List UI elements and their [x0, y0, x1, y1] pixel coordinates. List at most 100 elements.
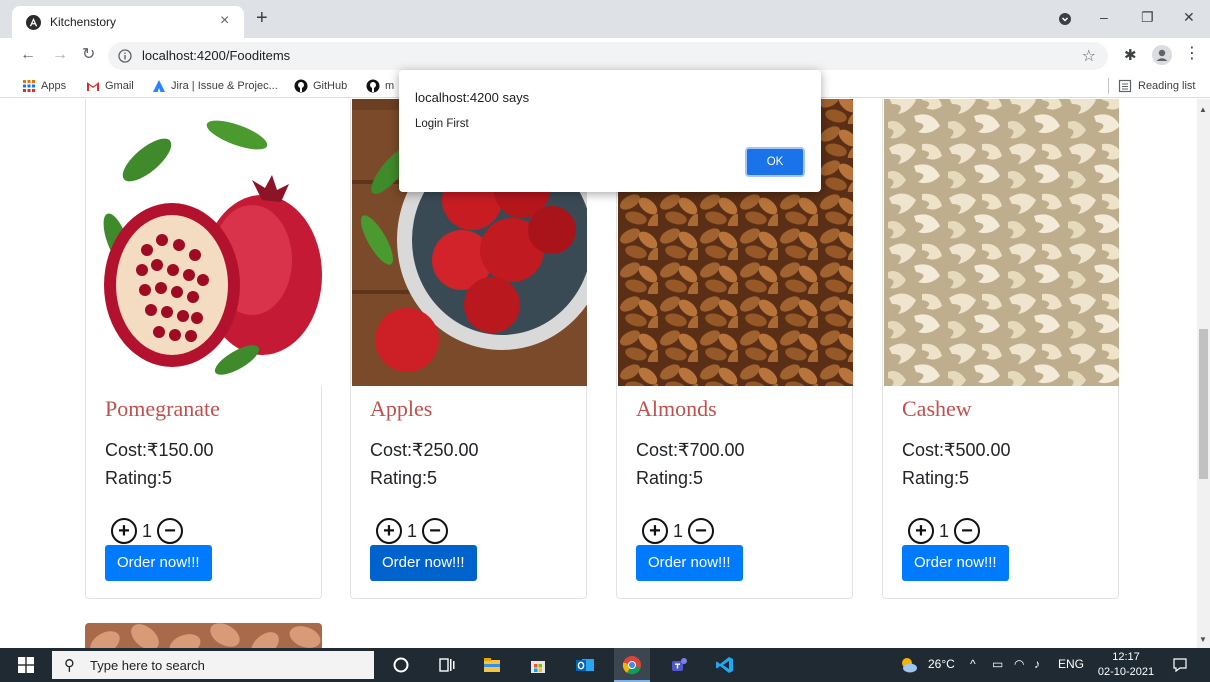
- bookmark-jira[interactable]: Jira | Issue & Projec...: [152, 79, 278, 93]
- vscode-icon[interactable]: [715, 655, 735, 675]
- product-cost: Cost:₹700.00: [636, 440, 745, 460]
- tab-title: Kitchenstory: [50, 15, 117, 29]
- weather-temp: 26°C: [928, 657, 955, 671]
- language-indicator[interactable]: ENG: [1058, 657, 1084, 671]
- minimize-icon[interactable]: –: [1100, 8, 1108, 26]
- tab-search-icon[interactable]: [1058, 12, 1072, 26]
- search-placeholder: Type here to search: [90, 658, 205, 673]
- address-bar[interactable]: localhost:4200/Fooditems ☆: [108, 42, 1108, 70]
- product-card: Cashew Cost:₹500.00 Rating:5 + 1 − Order…: [882, 99, 1119, 599]
- reading-list-icon: [1118, 79, 1132, 93]
- scroll-up-icon[interactable]: ▲: [1199, 105, 1207, 114]
- chrome-icon[interactable]: [622, 655, 642, 675]
- product-name: Pomegranate: [105, 396, 220, 421]
- bookmark-apps[interactable]: Apps: [22, 79, 66, 93]
- product-rating: Rating:5: [636, 468, 704, 488]
- plus-icon[interactable]: +: [642, 518, 668, 544]
- ok-button[interactable]: OK: [745, 147, 805, 177]
- bookmark-gmail[interactable]: Gmail: [86, 79, 134, 93]
- bookmark-github[interactable]: GitHub: [294, 79, 347, 93]
- weather-icon[interactable]: [900, 656, 918, 674]
- minus-icon[interactable]: −: [688, 518, 714, 544]
- menu-dots-icon[interactable]: ⋮: [1184, 45, 1200, 63]
- product-name: Apples: [370, 396, 433, 421]
- quantity-stepper: + 1 −: [111, 518, 183, 544]
- windows-start-icon[interactable]: [18, 657, 34, 673]
- bookmark-star-icon[interactable]: ☆: [1082, 46, 1096, 66]
- order-now-button[interactable]: Order now!!!: [370, 545, 477, 581]
- divider: [1108, 78, 1109, 94]
- page-scrollbar[interactable]: ▲ ▼: [1197, 99, 1210, 648]
- product-cost: Cost:₹500.00: [902, 440, 1011, 460]
- quantity-value: 1: [406, 520, 417, 541]
- volume-icon[interactable]: ♪: [1034, 657, 1040, 671]
- teams-icon[interactable]: [669, 655, 689, 675]
- info-icon[interactable]: [118, 49, 132, 63]
- reload-icon[interactable]: ↻: [82, 46, 95, 64]
- gmail-icon: [87, 82, 99, 91]
- minus-icon[interactable]: −: [422, 518, 448, 544]
- jira-icon: [153, 80, 165, 92]
- product-card: Pomegranate Cost:₹150.00 Rating:5 + 1 − …: [85, 99, 322, 599]
- clock-time: 12:17: [1112, 651, 1140, 663]
- new-tab-icon[interactable]: +: [256, 8, 268, 28]
- url-text: localhost:4200/Fooditems: [142, 48, 291, 63]
- clock[interactable]: 12:17 02-10-2021: [1094, 650, 1158, 680]
- windows-taskbar: ⚲ Type here to search 26°C ^ ▭ ◠ ♪ ENG 1…: [0, 648, 1210, 682]
- plus-icon[interactable]: +: [908, 518, 934, 544]
- order-now-button[interactable]: Order now!!!: [636, 545, 743, 581]
- quantity-value: 1: [938, 520, 949, 541]
- product-rating: Rating:5: [105, 468, 173, 488]
- browser-toolbar: ← → ↻ localhost:4200/Fooditems ☆ ✱ ⋮: [0, 38, 1210, 74]
- profile-avatar[interactable]: [1152, 45, 1172, 65]
- reading-list-button[interactable]: Reading list: [1118, 79, 1195, 93]
- product-rating: Rating:5: [370, 468, 438, 488]
- back-icon[interactable]: ←: [20, 46, 36, 64]
- window-close-icon[interactable]: ✕: [1183, 8, 1195, 26]
- outlook-icon[interactable]: [575, 655, 595, 675]
- wifi-icon[interactable]: ◠: [1014, 657, 1024, 671]
- scroll-thumb[interactable]: [1199, 329, 1208, 479]
- task-view-icon[interactable]: [437, 655, 457, 675]
- quantity-stepper: + 1 −: [908, 518, 980, 544]
- minus-icon[interactable]: −: [954, 518, 980, 544]
- person-icon: [1156, 49, 1168, 61]
- close-tab-icon[interactable]: ×: [220, 12, 229, 30]
- product-image-partial: [85, 623, 322, 648]
- battery-icon[interactable]: ▭: [992, 657, 1003, 671]
- minus-icon[interactable]: −: [157, 518, 183, 544]
- alert-title: localhost:4200 says: [415, 90, 530, 105]
- github-icon: [294, 79, 308, 93]
- restore-icon[interactable]: ❐: [1141, 8, 1154, 26]
- chevron-up-icon[interactable]: ^: [970, 657, 976, 671]
- product-name: Cashew: [902, 396, 972, 421]
- extensions-icon[interactable]: ✱: [1124, 46, 1137, 64]
- product-cost: Cost:₹250.00: [370, 440, 479, 460]
- github-icon: [366, 79, 380, 93]
- plus-icon[interactable]: +: [111, 518, 137, 544]
- product-rating: Rating:5: [902, 468, 970, 488]
- plus-icon[interactable]: +: [376, 518, 402, 544]
- scroll-down-icon[interactable]: ▼: [1199, 635, 1207, 644]
- angular-icon: [26, 15, 41, 30]
- tab-strip: Kitchenstory × + – ❐ ✕: [0, 0, 1210, 38]
- taskbar-search-input[interactable]: ⚲ Type here to search: [52, 651, 374, 679]
- clock-date: 02-10-2021: [1097, 666, 1155, 678]
- quantity-value: 1: [672, 520, 683, 541]
- product-name: Almonds: [636, 396, 717, 421]
- apps-grid-icon: [23, 80, 35, 92]
- forward-icon[interactable]: →: [52, 46, 68, 64]
- file-explorer-icon[interactable]: [482, 655, 502, 675]
- bookmark-github-2[interactable]: m: [366, 79, 394, 93]
- order-now-button[interactable]: Order now!!!: [902, 545, 1009, 581]
- store-icon[interactable]: [528, 655, 548, 675]
- product-image-pomegranate: [87, 99, 322, 386]
- quantity-stepper: + 1 −: [642, 518, 714, 544]
- cortana-icon[interactable]: [391, 655, 411, 675]
- alert-dialog: localhost:4200 says Login First OK: [399, 70, 821, 192]
- product-image-cashew: [884, 99, 1119, 386]
- quantity-value: 1: [141, 520, 152, 541]
- notification-icon[interactable]: [1172, 657, 1188, 673]
- browser-tab[interactable]: Kitchenstory ×: [12, 6, 244, 38]
- order-now-button[interactable]: Order now!!!: [105, 545, 212, 581]
